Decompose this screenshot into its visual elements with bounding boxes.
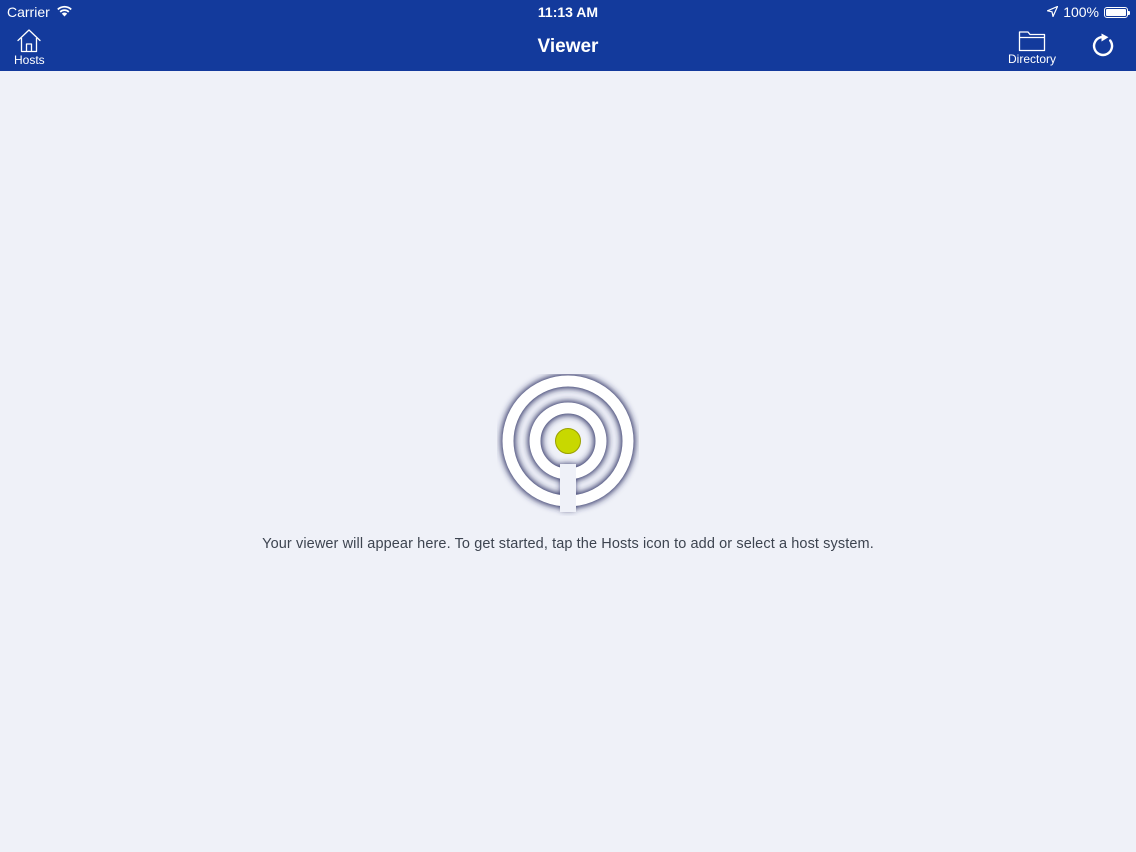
signal-target-icon bbox=[497, 374, 639, 516]
empty-state-message: Your viewer will appear here. To get sta… bbox=[262, 536, 874, 552]
battery-percent: 100% bbox=[1063, 4, 1099, 20]
battery-icon bbox=[1104, 6, 1130, 18]
directory-button[interactable]: Directory bbox=[1008, 30, 1056, 66]
folder-icon bbox=[1018, 30, 1046, 52]
directory-label: Directory bbox=[1008, 52, 1057, 66]
status-time: 11:13 AM bbox=[537, 4, 599, 20]
refresh-icon bbox=[1090, 33, 1116, 59]
status-bar: Carrier 11:13 AM 100% bbox=[0, 0, 1136, 24]
battery-fill bbox=[1106, 8, 1126, 16]
status-indicators: 100% bbox=[1047, 4, 1130, 20]
refresh-button[interactable] bbox=[1090, 33, 1116, 59]
page-title: Viewer bbox=[537, 36, 599, 57]
navigation-header: Carrier 11:13 AM 100% Hosts Viewer Direc… bbox=[0, 0, 1136, 71]
location-arrow-icon bbox=[1047, 4, 1059, 20]
viewer-area: Your viewer will appear here. To get sta… bbox=[0, 71, 1136, 852]
